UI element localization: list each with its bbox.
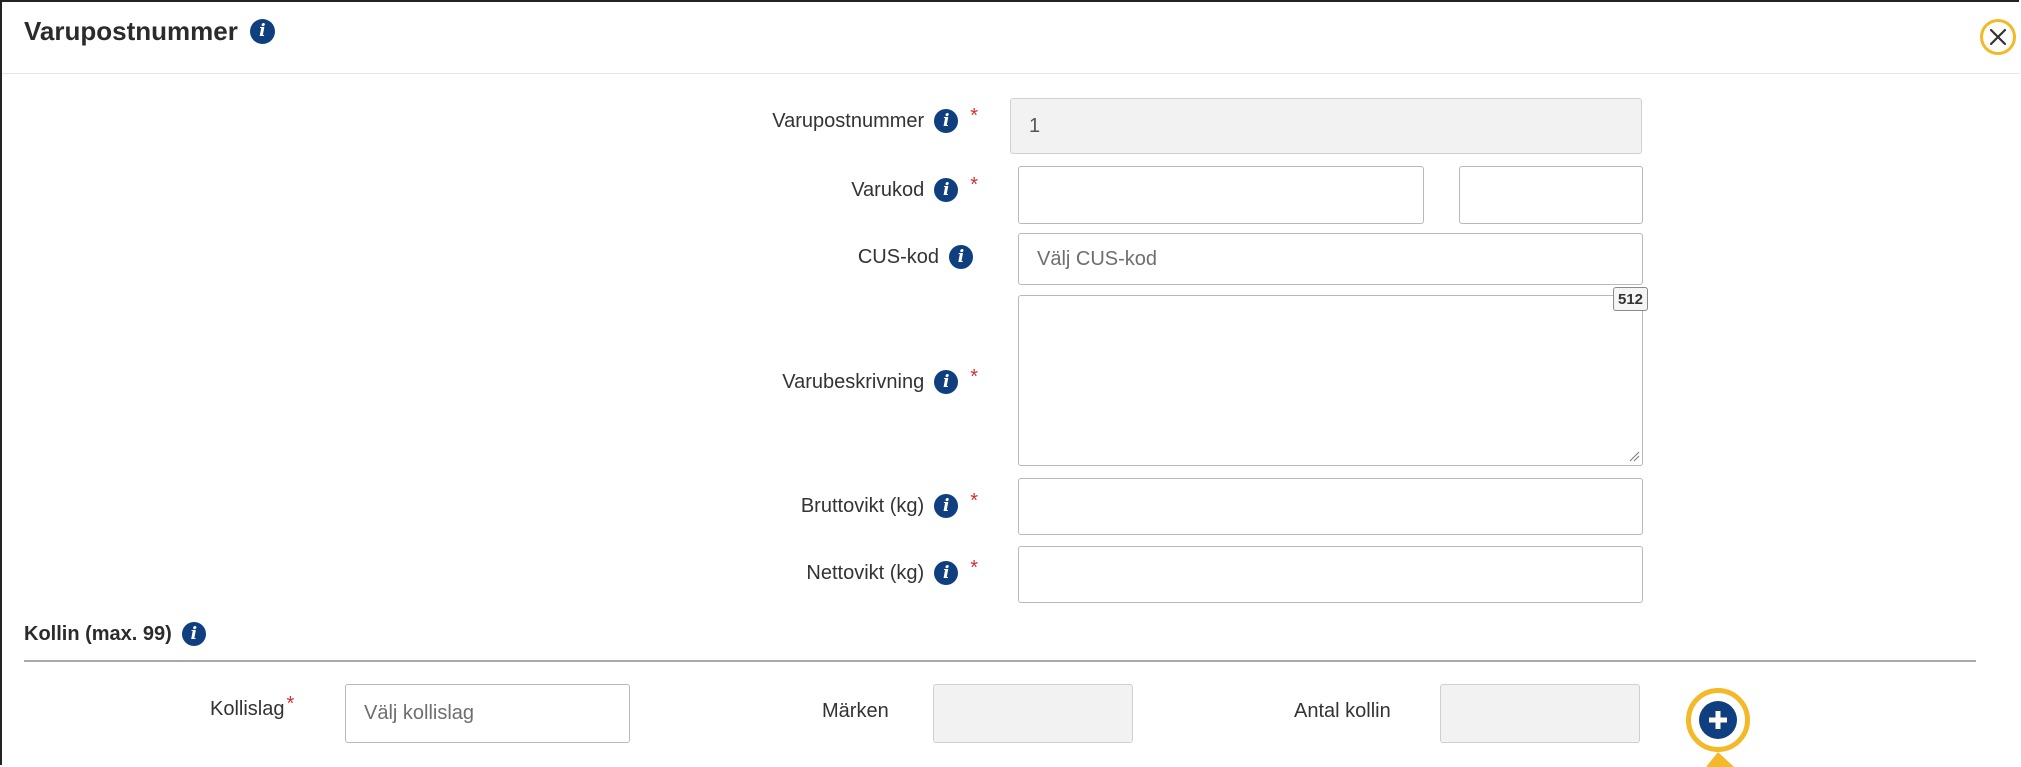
varukod-input[interactable] xyxy=(1018,166,1424,224)
varubeskrivning-textarea[interactable] xyxy=(1018,295,1643,466)
dialog-title: Varupostnummer i xyxy=(24,16,275,47)
kollislag-placeholder: Välj kollislag xyxy=(364,702,475,724)
nettovikt-input[interactable] xyxy=(1018,546,1643,603)
required-star: * xyxy=(970,489,978,512)
varukod-label-text: Varukod xyxy=(851,178,925,201)
kollislag-select[interactable]: Välj kollislag xyxy=(345,684,630,743)
marken-label-text: Märken xyxy=(822,700,889,722)
add-kolli-button[interactable] xyxy=(1686,688,1750,752)
kollin-section-title: Kollin (max. 99) i xyxy=(24,622,206,646)
antal-kollin-label: Antal kollin xyxy=(1294,700,1391,723)
varupostnummer-field: 1 xyxy=(1010,98,1642,154)
cus-kod-placeholder: Välj CUS-kod xyxy=(1037,247,1158,270)
info-icon[interactable]: i xyxy=(934,109,959,133)
resize-handle-icon[interactable] xyxy=(1628,450,1640,462)
varubeskrivning-label: Varubeskrivning i * xyxy=(782,366,978,394)
kollin-section-title-text: Kollin (max. 99) xyxy=(24,622,172,645)
bruttovikt-label-text: Bruttovikt (kg) xyxy=(800,494,925,517)
cus-kod-label: CUS-kod i xyxy=(858,245,973,269)
arrow-pointer-icon xyxy=(1706,752,1734,767)
required-star: * xyxy=(970,173,978,196)
cus-kod-label-text: CUS-kod xyxy=(857,245,939,268)
varupostnummer-label: Varupostnummer i * xyxy=(772,105,978,133)
dialog-header: Varupostnummer i xyxy=(2,2,2019,74)
antal-kollin-input xyxy=(1440,684,1640,743)
varubeskrivning-label-text: Varubeskrivning xyxy=(782,370,925,393)
char-counter-badge: 512 xyxy=(1613,287,1649,311)
info-icon[interactable]: i xyxy=(934,178,959,202)
marken-label: Märken xyxy=(822,700,889,723)
kollislag-label-text: Kollislag xyxy=(210,698,285,720)
required-star: * xyxy=(970,104,978,127)
info-icon[interactable]: i xyxy=(181,622,206,646)
bruttovikt-input[interactable] xyxy=(1018,478,1643,535)
varupostnummer-value: 1 xyxy=(1029,114,1041,137)
dialog-title-text: Varupostnummer xyxy=(24,16,238,46)
required-star: * xyxy=(970,365,978,388)
info-icon[interactable]: i xyxy=(934,561,959,585)
required-star: * xyxy=(970,556,978,579)
varukod-extra-input[interactable] xyxy=(1459,166,1643,224)
cus-kod-select[interactable]: Välj CUS-kod xyxy=(1018,233,1643,285)
varukod-label: Varukod i * xyxy=(851,174,978,202)
info-icon[interactable]: i xyxy=(934,370,959,394)
bruttovikt-label: Bruttovikt (kg) i * xyxy=(800,490,978,518)
section-divider xyxy=(24,660,1976,662)
info-icon[interactable]: i xyxy=(249,19,275,44)
nettovikt-label: Nettovikt (kg) i * xyxy=(806,557,978,585)
required-star: * xyxy=(286,693,295,715)
info-icon[interactable]: i xyxy=(949,245,973,269)
close-icon xyxy=(1989,28,2007,46)
plus-circle-icon xyxy=(1699,701,1737,739)
close-button[interactable] xyxy=(1980,19,2016,55)
marken-input xyxy=(933,684,1133,743)
varupostnummer-label-text: Varupostnummer xyxy=(772,109,925,132)
nettovikt-label-text: Nettovikt (kg) xyxy=(806,561,925,584)
info-icon[interactable]: i xyxy=(934,494,959,518)
kollislag-label: Kollislag * xyxy=(210,693,294,721)
antal-kollin-label-text: Antal kollin xyxy=(1294,700,1391,722)
